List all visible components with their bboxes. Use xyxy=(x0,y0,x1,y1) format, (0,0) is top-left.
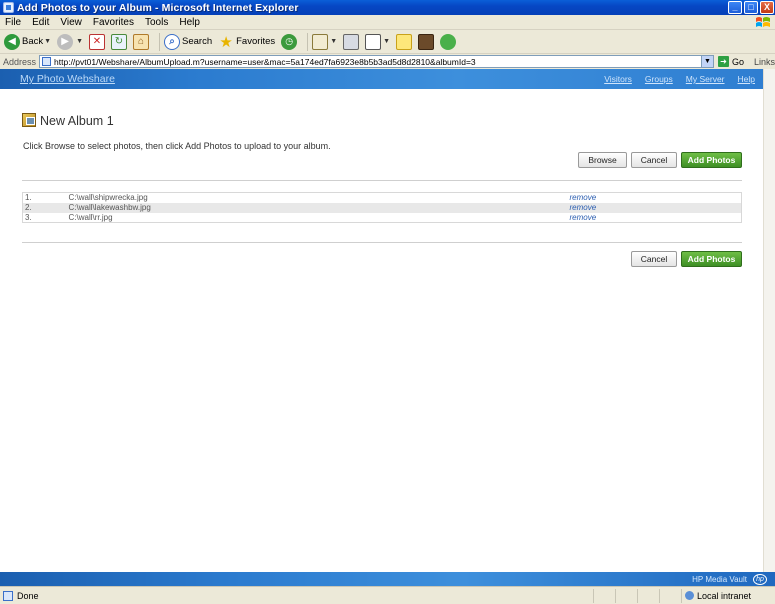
toolbar-separator xyxy=(159,32,160,51)
address-input[interactable]: http://pvt01/Webshare/AlbumUpload.m?user… xyxy=(39,55,714,68)
page-icon xyxy=(42,57,52,66)
back-label: Back xyxy=(22,36,44,47)
cancel-button[interactable]: Cancel xyxy=(631,152,677,168)
favorites-button[interactable]: ★ Favorites xyxy=(218,33,276,51)
page-status-icon xyxy=(3,590,13,601)
window-titlebar: Add Photos to your Album - Microsoft Int… xyxy=(0,0,775,15)
page-title: New Album 1 xyxy=(40,114,114,128)
menu-file[interactable]: File xyxy=(0,17,27,28)
table-row: 2. C:\wall\lakewashbw.jpg remove xyxy=(22,202,742,213)
menu-view[interactable]: View xyxy=(55,17,88,28)
intranet-icon xyxy=(685,591,694,600)
go-label: Go xyxy=(731,56,744,67)
back-button[interactable]: ◀ Back ▼ xyxy=(4,33,51,50)
file-path: C:\wall\shipwrecka.jpg xyxy=(68,193,148,203)
search-button[interactable]: ⌕ Search xyxy=(164,33,213,50)
favorites-star-icon: ★ xyxy=(219,33,233,51)
address-bar: Address http://pvt01/Webshare/AlbumUploa… xyxy=(0,54,775,69)
file-path: C:\wall\rr.jpg xyxy=(68,212,113,222)
ie-window-icon xyxy=(3,2,14,13)
edit-icon[interactable] xyxy=(365,33,382,50)
status-cell xyxy=(593,588,615,603)
favorites-label: Favorites xyxy=(236,36,276,47)
messenger-icon[interactable] xyxy=(440,33,457,50)
page-content: New Album 1 Click Browse to select photo… xyxy=(0,89,763,572)
back-arrow-icon: ◀ xyxy=(4,33,20,50)
status-cell xyxy=(637,588,659,603)
status-cell xyxy=(659,588,681,603)
instruction-text: Click Browse to select photos, then clic… xyxy=(23,141,331,151)
refresh-icon[interactable]: ↻ xyxy=(111,33,127,50)
search-icon: ⌕ xyxy=(164,33,180,50)
remove-link[interactable]: remove xyxy=(567,202,742,213)
stop-icon[interactable]: ✕ xyxy=(89,33,105,50)
browser-toolbar: ◀ Back ▼ ▶ ▼ ✕ ↻ ⌂ ⌕ Search ★ Favorites … xyxy=(0,30,775,54)
forward-button[interactable]: ▶ ▼ xyxy=(57,33,83,50)
file-number: 1. xyxy=(25,193,32,203)
back-dropdown-icon[interactable]: ▼ xyxy=(44,38,51,45)
site-footer: HP Media Vault hp xyxy=(0,572,775,586)
file-number: 2. xyxy=(22,202,67,213)
minimize-button[interactable]: _ xyxy=(728,1,742,14)
edit-dropdown-icon[interactable]: ▼ xyxy=(383,38,390,45)
forward-dropdown-icon[interactable]: ▼ xyxy=(76,38,83,45)
zone-label: Local intranet xyxy=(697,590,752,601)
print-icon[interactable] xyxy=(343,33,360,50)
research-icon[interactable] xyxy=(418,33,435,50)
add-photos-button[interactable]: Add Photos xyxy=(681,152,742,168)
home-icon[interactable]: ⌂ xyxy=(133,33,149,50)
add-photos-button-bottom[interactable]: Add Photos xyxy=(681,251,742,267)
toolbar-separator xyxy=(307,32,309,51)
cancel-button-bottom[interactable]: Cancel xyxy=(631,251,677,267)
divider xyxy=(22,242,742,243)
remove-link[interactable]: remove xyxy=(568,193,742,203)
status-cell xyxy=(615,588,637,603)
window-title: Add Photos to your Album - Microsoft Int… xyxy=(17,1,299,14)
forward-arrow-icon: ▶ xyxy=(57,33,74,50)
search-label: Search xyxy=(182,36,213,47)
discuss-icon[interactable] xyxy=(396,33,413,50)
menu-edit[interactable]: Edit xyxy=(27,17,55,28)
status-text: Done xyxy=(17,590,39,601)
site-brand-link[interactable]: My Photo Webshare xyxy=(20,73,591,85)
remove-link[interactable]: remove xyxy=(568,213,742,223)
file-number: 3. xyxy=(25,212,32,222)
links-button[interactable]: Links xyxy=(754,57,775,67)
site-navbar: My Photo Webshare Visitors Groups My Ser… xyxy=(0,69,763,89)
vertical-scrollbar[interactable] xyxy=(763,69,775,572)
mail-dropdown-icon[interactable]: ▼ xyxy=(330,38,337,45)
history-icon[interactable]: ◷ xyxy=(281,33,298,50)
close-button[interactable]: X xyxy=(760,1,774,14)
menu-tools[interactable]: Tools xyxy=(140,17,174,28)
table-row: 3. C:\wall\rr.jpg remove xyxy=(23,213,742,223)
go-button[interactable]: ➜ Go xyxy=(717,56,744,67)
address-dropdown-icon[interactable]: ▼ xyxy=(700,56,713,67)
menu-favorites[interactable]: Favorites xyxy=(88,17,140,28)
mail-icon[interactable] xyxy=(312,33,329,50)
product-name: HP Media Vault xyxy=(692,574,747,584)
windows-logo-icon xyxy=(756,17,770,27)
maximize-button[interactable]: □ xyxy=(744,1,758,14)
status-bar: Done Local intranet xyxy=(0,586,775,604)
file-path: C:\wall\lakewashbw.jpg xyxy=(66,202,568,213)
nav-groups[interactable]: Groups xyxy=(645,74,673,84)
menu-bar: File Edit View Favorites Tools Help xyxy=(0,15,775,30)
file-list: 1. C:\wall\shipwrecka.jpg remove 2. C:\w… xyxy=(22,192,742,223)
nav-my-server[interactable]: My Server xyxy=(686,74,725,84)
address-url: http://pvt01/Webshare/AlbumUpload.m?user… xyxy=(54,56,476,67)
address-label: Address xyxy=(3,56,37,67)
browse-button[interactable]: Browse xyxy=(578,152,627,168)
nav-visitors[interactable]: Visitors xyxy=(604,74,632,84)
security-zone: Local intranet xyxy=(681,588,775,603)
hp-logo: hp xyxy=(753,573,767,585)
table-row: 1. C:\wall\shipwrecka.jpg remove xyxy=(23,193,742,203)
nav-help[interactable]: Help xyxy=(738,74,755,84)
menu-help[interactable]: Help xyxy=(174,17,206,28)
album-icon xyxy=(22,113,36,127)
go-arrow-icon: ➜ xyxy=(717,56,729,67)
divider xyxy=(22,180,742,181)
